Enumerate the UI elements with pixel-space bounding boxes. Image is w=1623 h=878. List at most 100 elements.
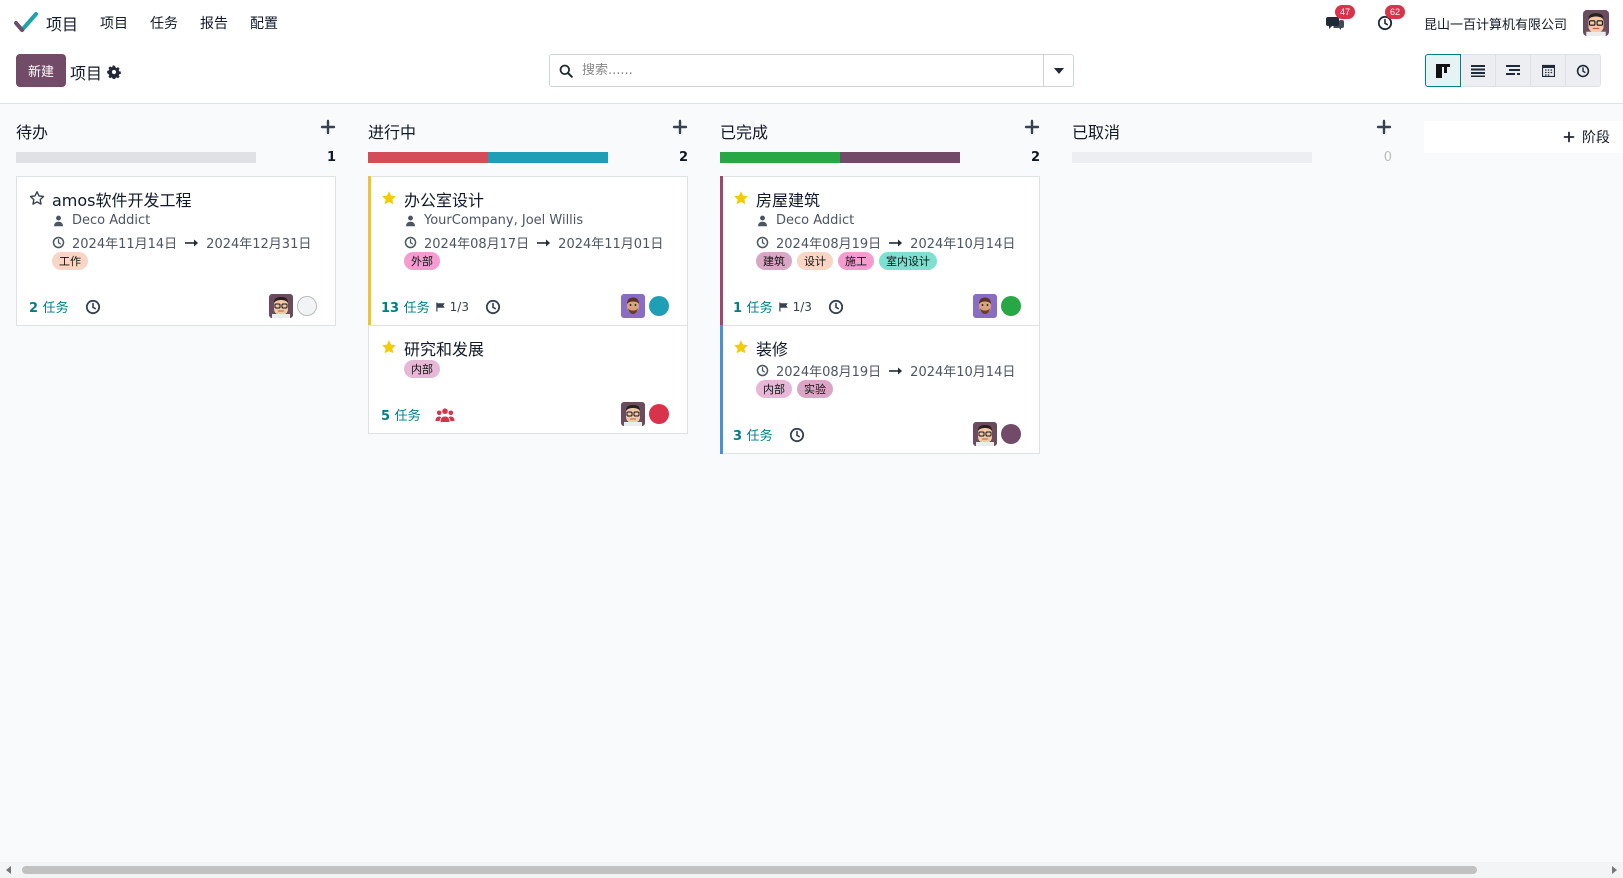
activity-clock-icon[interactable]: [85, 299, 101, 315]
gantt-view-button[interactable]: [1495, 54, 1531, 87]
scroll-left-arrow-icon[interactable]: [6, 866, 11, 874]
tasks-link[interactable]: 2 任务: [29, 297, 69, 316]
activity-clock-icon[interactable]: [828, 299, 844, 315]
favorite-star-icon[interactable]: [733, 190, 749, 206]
milestone-progress[interactable]: 1/3: [778, 300, 812, 314]
status-indicator[interactable]: [649, 296, 669, 316]
scrollbar-thumb[interactable]: [22, 866, 1477, 874]
team-users-icon[interactable]: [435, 407, 455, 423]
activity-clock-icon[interactable]: [789, 427, 805, 443]
date-start: 2024年08月17日: [424, 237, 530, 252]
project-name: 研究和发展: [404, 340, 485, 359]
date-range: 2024年08月19日 2024年10月14日: [756, 233, 1015, 252]
column-progress-bar[interactable]: [368, 152, 608, 163]
page-title: 项目: [70, 64, 103, 83]
column-title[interactable]: 已取消: [1072, 119, 1120, 143]
column-progress-bar[interactable]: [16, 152, 256, 163]
project-card[interactable]: amos软件开发工程 Deco Addict 2024年11月14日 2024年…: [16, 176, 336, 326]
project-app-logo-icon[interactable]: [14, 11, 38, 35]
activities-button[interactable]: 62: [1374, 5, 1405, 34]
column-progress-bar[interactable]: [1072, 152, 1312, 163]
user-avatar[interactable]: [1583, 10, 1609, 36]
menu-item-configuration[interactable]: 配置: [250, 13, 278, 33]
search-bar: [549, 54, 1074, 87]
arrow-right-icon: [537, 239, 551, 246]
date-end: 2024年10月14日: [910, 237, 1016, 252]
customer-line: Deco Addict: [52, 213, 150, 228]
control-panel: 新建 项目: [0, 46, 1623, 104]
column-count: 2: [678, 150, 688, 165]
tasks-link[interactable]: 13 任务: [381, 297, 430, 316]
favorite-star-icon[interactable]: [381, 190, 397, 206]
quick-create-plus-icon[interactable]: [1024, 119, 1040, 135]
favorite-star-icon[interactable]: [381, 339, 397, 355]
menu-item-reporting[interactable]: 报告: [200, 13, 228, 33]
menu-item-tasks[interactable]: 任务: [150, 13, 178, 33]
manager-avatar: [621, 402, 645, 426]
column-title[interactable]: 已完成: [720, 119, 768, 143]
project-name: 装修: [756, 340, 789, 359]
project-card[interactable]: 房屋建筑 Deco Addict 2024年08月19日 2024年10月14日…: [720, 176, 1040, 326]
column-count: 2: [1030, 150, 1040, 165]
tag: 内部: [404, 360, 440, 378]
tag-list: 内部: [404, 360, 445, 378]
column-progress-bar[interactable]: [720, 152, 960, 163]
company-switcher[interactable]: 昆山一百计算机有限公司: [1424, 14, 1567, 33]
status-indicator[interactable]: [1001, 424, 1021, 444]
quick-create-plus-icon[interactable]: [320, 119, 336, 135]
project-card[interactable]: 研究和发展 内部 5 任务: [368, 325, 688, 434]
tag: 工作: [52, 252, 88, 270]
horizontal-scrollbar[interactable]: [0, 862, 1623, 878]
kanban-column: 已完成 2 房屋建筑 Deco Addict 2024年08月19日 2024年…: [720, 105, 1040, 454]
tasks-link[interactable]: 3 任务: [733, 425, 773, 444]
menu-item-projects[interactable]: 项目: [100, 13, 128, 33]
favorite-star-icon[interactable]: [29, 190, 45, 206]
gantt-icon: [1506, 64, 1520, 75]
arrow-right-icon: [889, 239, 903, 246]
kanban-column: 进行中 2 办公室设计 YourCompany, Joel Willis 202…: [368, 105, 688, 434]
progress-segment-purple[interactable]: [840, 152, 960, 163]
column-title[interactable]: 待办: [16, 119, 48, 143]
search-options-toggle[interactable]: [1043, 55, 1073, 86]
user-icon: [52, 214, 65, 227]
date-end: 2024年11月01日: [558, 237, 664, 252]
progress-segment-red[interactable]: [368, 152, 488, 163]
user-icon: [756, 214, 769, 227]
kanban-view-button[interactable]: [1425, 54, 1461, 87]
column-header: 进行中 2: [368, 105, 688, 165]
tasks-link[interactable]: 5 任务: [381, 405, 421, 424]
progress-segment-blue[interactable]: [488, 152, 608, 163]
progress-segment-green[interactable]: [720, 152, 840, 163]
card-footer: 5 任务: [381, 405, 455, 424]
quick-create-plus-icon[interactable]: [672, 119, 688, 135]
favorite-star-icon[interactable]: [733, 339, 749, 355]
messages-button[interactable]: 47: [1324, 5, 1355, 34]
column-title[interactable]: 进行中: [368, 119, 416, 143]
search-input[interactable]: [582, 63, 1043, 78]
new-button[interactable]: 新建: [16, 54, 66, 87]
user-icon: [404, 214, 417, 227]
date-range: 2024年08月17日 2024年11月01日: [404, 233, 663, 252]
app-name[interactable]: 项目: [46, 11, 78, 35]
list-view-button[interactable]: [1460, 54, 1496, 87]
status-indicator[interactable]: [1001, 296, 1021, 316]
activity-view-button[interactable]: [1565, 54, 1601, 87]
column-header: 待办 1: [16, 105, 336, 165]
gear-icon[interactable]: [107, 65, 121, 79]
project-card[interactable]: 装修 2024年08月19日 2024年10月14日 内部 实验 3 任务: [720, 325, 1040, 454]
add-stage-button[interactable]: 阶段: [1424, 121, 1623, 153]
activity-clock-icon[interactable]: [485, 299, 501, 315]
status-indicator[interactable]: [649, 404, 669, 424]
milestone-progress[interactable]: 1/3: [435, 300, 469, 314]
tasks-link[interactable]: 1 任务: [733, 297, 773, 316]
kanban-icon: [1436, 63, 1450, 78]
calendar-view-button[interactable]: [1530, 54, 1566, 87]
quick-create-plus-icon[interactable]: [1376, 119, 1392, 135]
customer-name: YourCompany, Joel Willis: [424, 213, 584, 228]
manager-avatar: [973, 294, 997, 318]
view-switcher: [1425, 54, 1601, 87]
status-indicator[interactable]: [297, 296, 317, 316]
project-card[interactable]: 办公室设计 YourCompany, Joel Willis 2024年08月1…: [368, 176, 688, 326]
scroll-right-arrow-icon[interactable]: [1612, 866, 1617, 874]
date-end: 2024年12月31日: [206, 237, 312, 252]
